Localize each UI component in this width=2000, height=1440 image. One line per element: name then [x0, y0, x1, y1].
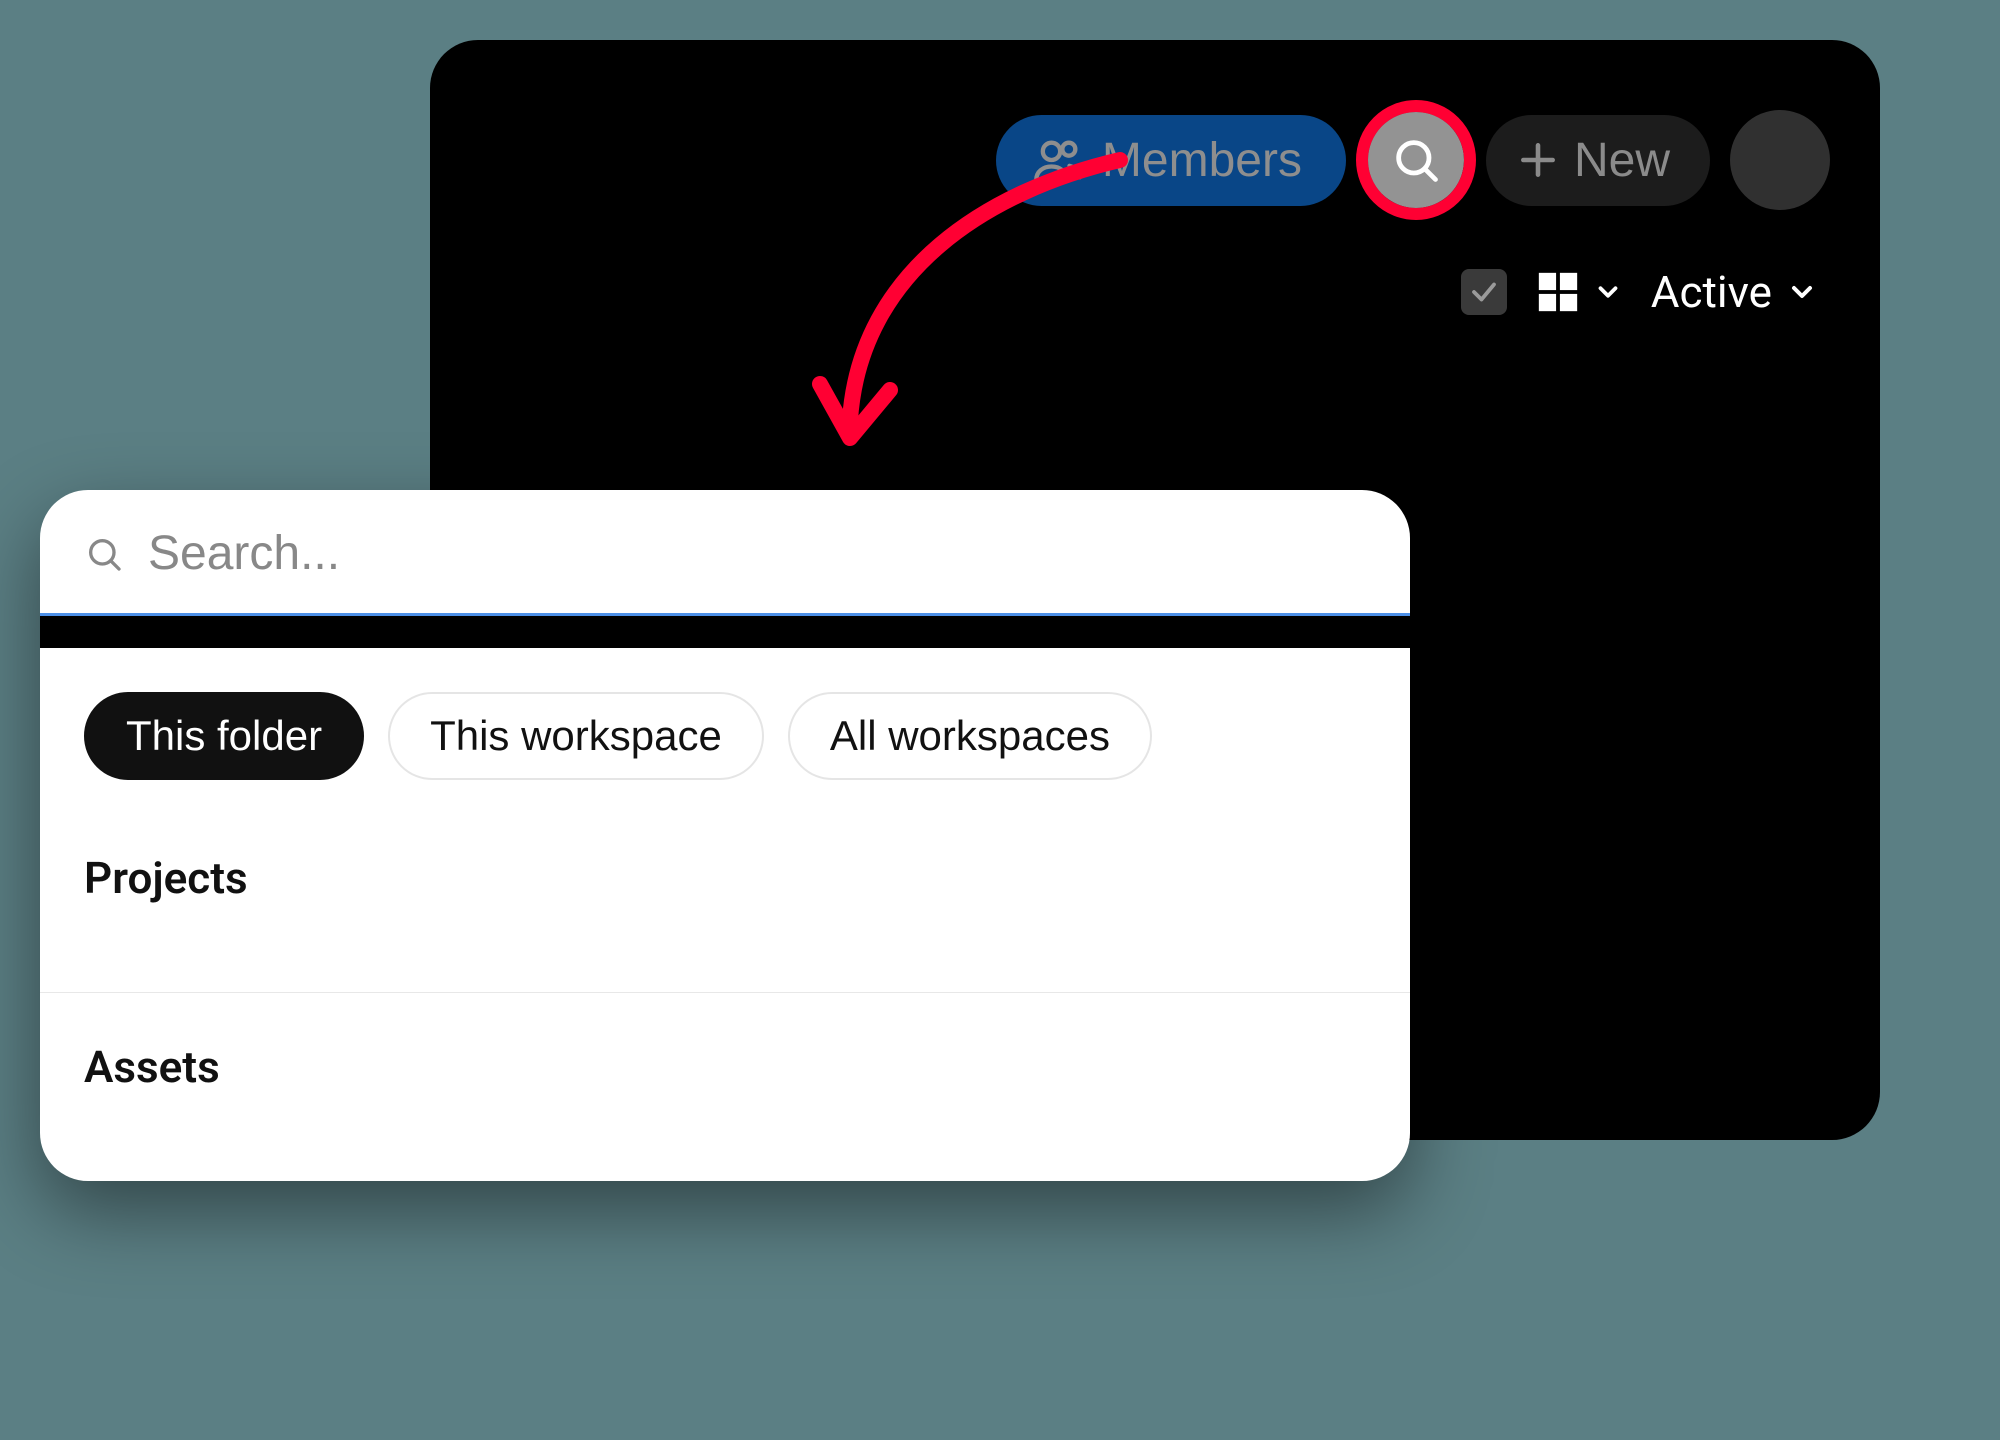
scope-all-workspaces[interactable]: All workspaces [788, 692, 1152, 780]
controls-row: Active [480, 266, 1830, 318]
search-popover: This folder This workspace All workspace… [40, 490, 1410, 1181]
popover-divider-bar [40, 616, 1410, 648]
select-checkbox[interactable] [1461, 269, 1507, 315]
scope-row: This folder This workspace All workspace… [40, 648, 1410, 804]
plus-icon [1516, 138, 1560, 182]
search-button[interactable] [1366, 110, 1466, 210]
new-label: New [1574, 133, 1670, 188]
status-filter-label: Active [1651, 266, 1772, 318]
projects-section-heading: Projects [40, 804, 1410, 992]
grid-icon [1535, 269, 1581, 315]
members-button[interactable]: Members [996, 115, 1346, 206]
avatar[interactable] [1730, 110, 1830, 210]
scope-this-folder[interactable]: This folder [84, 692, 364, 780]
topbar: Members New [480, 110, 1830, 210]
chevron-down-icon [1786, 276, 1818, 308]
view-switcher[interactable] [1535, 269, 1623, 315]
assets-section-heading: Assets [40, 993, 1410, 1181]
status-filter[interactable]: Active [1651, 266, 1818, 318]
search-input[interactable] [148, 526, 1366, 581]
new-button[interactable]: New [1486, 115, 1710, 206]
scope-this-workspace[interactable]: This workspace [388, 692, 764, 780]
members-icon [1032, 134, 1084, 186]
search-icon [84, 534, 124, 574]
search-input-row [40, 490, 1410, 616]
chevron-down-icon [1593, 277, 1623, 307]
members-label: Members [1102, 133, 1302, 188]
